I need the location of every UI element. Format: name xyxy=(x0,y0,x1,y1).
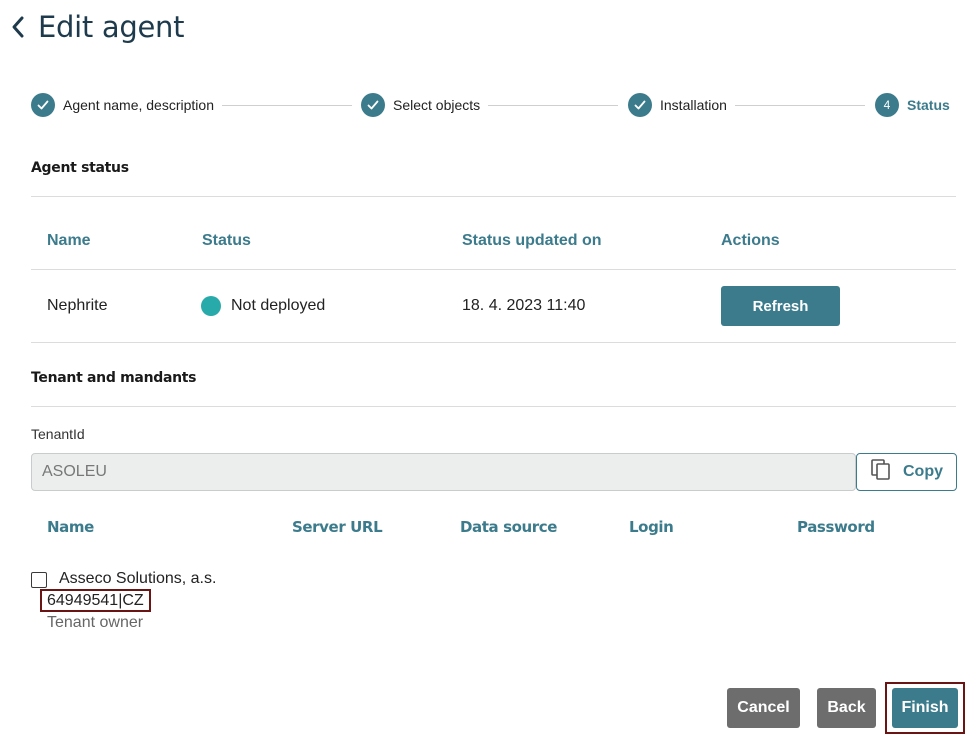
agent-status-title: Agent status xyxy=(31,160,129,176)
step-label: Installation xyxy=(660,97,727,113)
chevron-left-icon[interactable] xyxy=(10,12,30,42)
step-agent-name[interactable]: Agent name, description xyxy=(31,93,214,117)
divider xyxy=(31,269,956,270)
wizard-stepper: Agent name, description Select objects I… xyxy=(31,93,951,117)
step-label: Select objects xyxy=(393,97,481,113)
mandant-checkbox[interactable] xyxy=(31,572,47,588)
status-updated-cell: 18. 4. 2023 11:40 xyxy=(462,297,586,314)
check-icon xyxy=(628,93,652,117)
page-title: Edit agent xyxy=(38,10,185,44)
mandant-column-name: Name xyxy=(47,518,94,536)
agent-name-cell: Nephrite xyxy=(47,297,108,314)
mandant-column-password: Password xyxy=(797,518,875,536)
divider xyxy=(31,342,956,343)
step-connector xyxy=(488,105,618,106)
agent-status-cell: Not deployed xyxy=(231,297,326,314)
page-header: Edit agent xyxy=(10,8,184,46)
mandant-id: 64949541|CZ xyxy=(40,589,151,612)
step-number: 4 xyxy=(883,98,891,112)
check-icon xyxy=(361,93,385,117)
column-header-actions: Actions xyxy=(721,232,780,249)
copy-button-label: Copy xyxy=(903,463,943,480)
finish-button[interactable]: Finish xyxy=(892,688,958,728)
mandant-role: Tenant owner xyxy=(47,614,144,631)
back-button[interactable]: Back xyxy=(817,688,876,728)
tenant-section-title: Tenant and mandants xyxy=(31,370,197,386)
step-status[interactable]: 4 Status xyxy=(875,93,950,117)
check-icon xyxy=(31,93,55,117)
tenant-id-field[interactable] xyxy=(31,453,856,491)
copy-icon xyxy=(871,458,891,486)
step-number-badge: 4 xyxy=(875,93,899,117)
step-connector xyxy=(735,105,865,106)
refresh-button[interactable]: Refresh xyxy=(721,286,840,326)
divider xyxy=(31,406,956,407)
step-label: Agent name, description xyxy=(63,97,214,113)
step-label: Status xyxy=(907,97,950,113)
cancel-button[interactable]: Cancel xyxy=(727,688,800,728)
mandant-column-server-url: Server URL xyxy=(292,518,383,536)
copy-button[interactable]: Copy xyxy=(856,453,957,491)
column-header-status: Status xyxy=(202,232,251,249)
column-header-status-updated: Status updated on xyxy=(462,232,602,249)
status-indicator-icon xyxy=(201,296,221,316)
step-connector xyxy=(222,105,352,106)
mandant-column-data-source: Data source xyxy=(460,518,558,536)
column-header-name: Name xyxy=(47,232,91,249)
tenant-id-label: TenantId xyxy=(31,426,85,442)
divider xyxy=(31,196,956,197)
step-installation[interactable]: Installation xyxy=(628,93,727,117)
step-select-objects[interactable]: Select objects xyxy=(361,93,480,117)
mandant-name: Asseco Solutions, a.s. xyxy=(59,570,217,587)
mandant-column-login: Login xyxy=(629,518,674,536)
